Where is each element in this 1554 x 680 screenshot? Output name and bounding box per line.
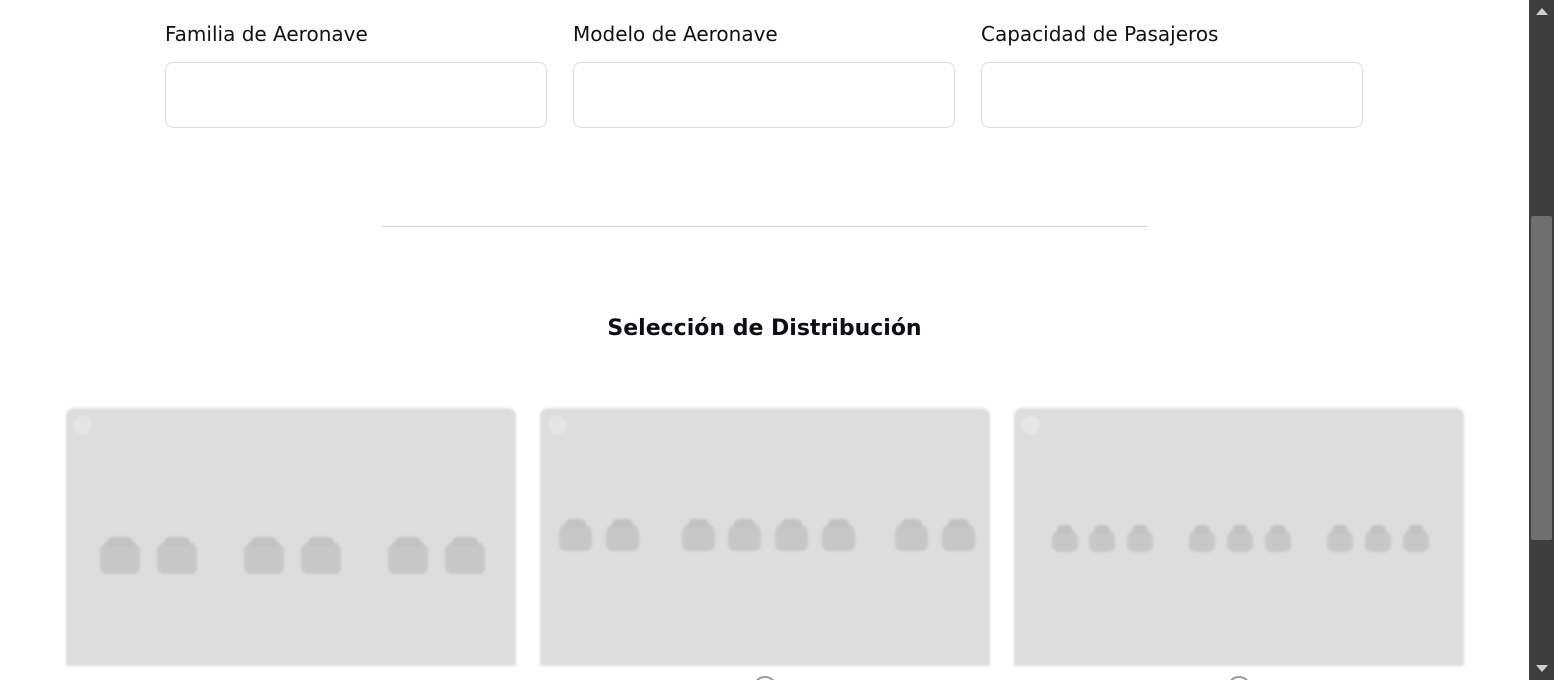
distribution-radio-2[interactable] <box>753 676 777 680</box>
distribution-option-3-3-3[interactable] <box>1014 408 1464 666</box>
section-divider <box>382 226 1148 227</box>
scroll-thumb[interactable] <box>1531 216 1552 540</box>
distribution-radio-3[interactable] <box>1227 676 1251 680</box>
seat-icon <box>1327 525 1353 552</box>
passenger-capacity-input[interactable] <box>981 62 1363 128</box>
seat-icon <box>606 519 639 551</box>
aircraft-family-label: Familia de Aeronave <box>165 22 368 46</box>
aircraft-family-input[interactable] <box>165 62 547 128</box>
page: Familia de Aeronave Modelo de Aeronave C… <box>0 0 1529 680</box>
seat-icon <box>728 519 761 551</box>
seat-icon <box>388 537 428 574</box>
seat-icon <box>559 519 592 551</box>
distribution-option-2-2-2[interactable] <box>66 408 516 666</box>
scroll-up-arrow-icon[interactable] <box>1536 8 1548 15</box>
scroll-down-arrow-icon[interactable] <box>1536 665 1548 672</box>
seat-icon <box>822 519 855 551</box>
aircraft-model-label: Modelo de Aeronave <box>573 22 778 46</box>
seat-icon <box>445 537 485 574</box>
passenger-capacity-label: Capacidad de Pasajeros <box>981 22 1219 46</box>
seat-icon <box>1227 525 1253 552</box>
seat-icon <box>244 537 284 574</box>
seat-icon <box>157 537 197 574</box>
seat-icon <box>1127 525 1153 552</box>
distribution-option-2-4-2[interactable] <box>540 408 990 666</box>
seat-icon <box>895 519 928 551</box>
seat-icon <box>1365 525 1391 552</box>
vertical-scrollbar[interactable] <box>1529 0 1554 680</box>
seat-icon <box>682 519 715 551</box>
seat-icon <box>301 537 341 574</box>
card-corner-indicator <box>548 416 566 434</box>
seat-icon <box>1403 525 1429 552</box>
seat-icon <box>1265 525 1291 552</box>
aircraft-model-input[interactable] <box>573 62 955 128</box>
card-corner-indicator <box>1022 416 1040 434</box>
distribution-section-title: Selección de Distribución <box>607 316 922 341</box>
seat-icon <box>942 519 975 551</box>
seat-icon <box>1052 525 1078 552</box>
seat-icon <box>1089 525 1115 552</box>
seat-icon <box>100 537 140 574</box>
seat-icon <box>1189 525 1215 552</box>
card-corner-indicator <box>74 416 92 434</box>
seat-icon <box>775 519 808 551</box>
